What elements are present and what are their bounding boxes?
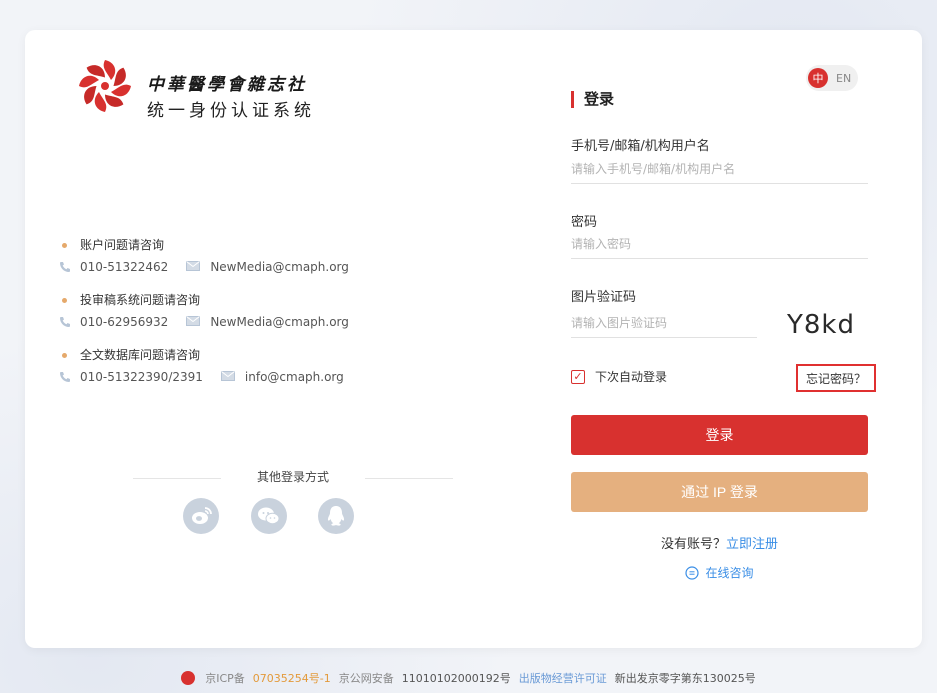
consult-label: 在线咨询 <box>705 566 754 580</box>
wechat-icon <box>258 507 280 525</box>
contact-email[interactable]: info@cmaph.org <box>245 366 344 388</box>
logo-title: 中華醫學會雜志社 <box>147 75 307 95</box>
contact-phone: 010-51322462 <box>80 260 169 274</box>
divider <box>365 478 453 479</box>
language-toggle[interactable]: 中 EN <box>806 65 858 91</box>
register-link[interactable]: 立即注册 <box>726 537 778 552</box>
qq-login-button[interactable] <box>318 498 354 534</box>
logo-flower-icon <box>79 60 131 112</box>
other-login-section: 其他登录方式 <box>133 468 453 498</box>
other-login-title: 其他登录方式 <box>256 470 329 484</box>
lang-en-option[interactable]: EN <box>836 72 851 85</box>
contact-title: 投审稿系统问题请咨询 <box>80 293 201 307</box>
captcha-image[interactable]: Y8kd <box>776 305 866 345</box>
icp-label: 京ICP备 <box>205 672 245 685</box>
chat-icon <box>685 565 700 580</box>
publish-license-link[interactable]: 出版物经营许可证 <box>519 670 607 686</box>
contact-title: 账户问题请咨询 <box>80 238 165 252</box>
password-label: 密码 <box>571 215 598 230</box>
contact-list: 账户问题请咨询 010-51322462 NewMedia@cmaph.org … <box>58 234 438 399</box>
contact-item: 账户问题请咨询 010-51322462 NewMedia@cmaph.org <box>58 234 438 278</box>
mail-icon <box>186 316 202 328</box>
contact-item: 全文数据库问题请咨询 010-51322390/2391 info@cmaph.… <box>58 344 438 388</box>
contact-phone: 010-62956932 <box>80 315 169 329</box>
login-button[interactable]: 登录 <box>571 415 868 455</box>
logo-subtitle: 统一身份认证系统 <box>147 101 315 121</box>
publish-number: 新出发京零字第东130025号 <box>614 672 756 685</box>
contact-title: 全文数据库问题请咨询 <box>80 348 201 362</box>
lang-zh-option[interactable]: 中 <box>808 68 828 88</box>
logo: 中華醫學會雜志社 统一身份认证系统 <box>75 56 375 136</box>
username-label: 手机号/邮箱/机构用户名 <box>571 139 710 154</box>
qq-icon <box>327 506 345 526</box>
contact-email[interactable]: NewMedia@cmaph.org <box>210 311 349 333</box>
footer: 京ICP备 07035254号-1 京公网安备 11010102000192号 … <box>0 670 937 686</box>
police-emblem-icon <box>181 671 196 685</box>
captcha-label: 图片验证码 <box>571 290 637 305</box>
remember-me[interactable]: ✓ 下次自动登录 <box>571 368 667 385</box>
bullet-icon <box>62 298 67 303</box>
contact-email[interactable]: NewMedia@cmaph.org <box>210 256 349 278</box>
icp-number-link[interactable]: 07035254号-1 <box>253 670 331 686</box>
contact-phone: 010-51322390/2391 <box>80 370 203 384</box>
no-account-text: 没有账号？ <box>660 537 726 552</box>
phone-icon <box>58 260 72 274</box>
phone-icon <box>58 370 72 384</box>
weibo-icon <box>192 507 212 524</box>
police-label: 京公网安备 <box>338 672 394 685</box>
remember-label: 下次自动登录 <box>595 370 668 384</box>
register-prompt: 没有账号？立即注册 <box>571 533 868 552</box>
username-input[interactable] <box>571 154 868 184</box>
weibo-login-button[interactable] <box>183 498 219 534</box>
online-consult-link[interactable]: 在线咨询 <box>571 564 868 581</box>
ip-login-button[interactable]: 通过 IP 登录 <box>571 472 868 512</box>
mail-icon <box>220 371 237 383</box>
bullet-icon <box>62 353 67 358</box>
password-input[interactable] <box>571 229 868 259</box>
mail-icon <box>186 261 202 273</box>
bullet-icon <box>62 243 67 248</box>
contact-item: 投审稿系统问题请咨询 010-62956932 NewMedia@cmaph.o… <box>58 289 438 333</box>
phone-icon <box>58 315 72 329</box>
wechat-login-button[interactable] <box>251 498 287 534</box>
police-number: 11010102000192号 <box>401 672 511 685</box>
forgot-password-link[interactable]: 忘记密码？ <box>796 364 876 392</box>
login-heading: 登录 <box>571 91 614 108</box>
remember-checkbox[interactable]: ✓ <box>571 369 585 384</box>
captcha-input[interactable] <box>571 308 757 338</box>
